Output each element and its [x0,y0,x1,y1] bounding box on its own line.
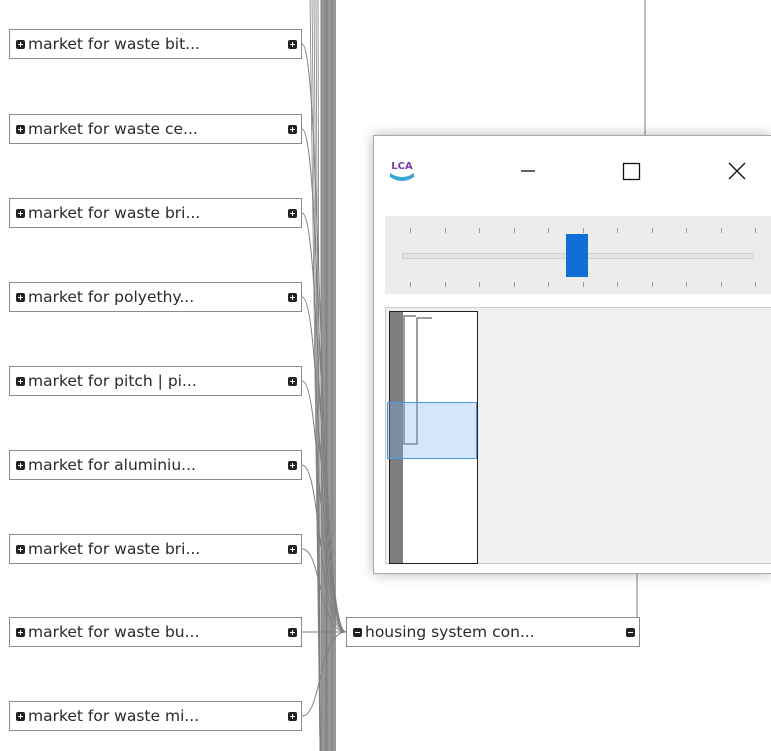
minimize-button[interactable] [505,136,551,200]
window-titlebar[interactable]: LCA [374,136,771,200]
slider-tick [617,228,618,233]
slider-tick [720,228,722,233]
slider-tick [755,282,756,287]
overview-window[interactable]: LCA [373,135,771,574]
plus-box-icon[interactable] [16,376,25,386]
slider-tick [444,282,446,287]
slider-tick [513,228,515,233]
process-node[interactable]: market for waste bit... [9,29,302,59]
minimize-icon [521,170,535,172]
maximize-icon [622,162,641,181]
process-node-label: market for aluminiu... [28,456,196,474]
maximize-button[interactable] [609,136,655,200]
zoom-slider[interactable] [385,216,771,294]
slider-tick [651,282,653,287]
plus-box-icon[interactable] [288,376,297,386]
slider-tick [582,282,584,287]
minus-box-icon[interactable] [626,627,635,637]
plus-box-icon[interactable] [288,124,297,134]
plus-box-icon[interactable] [16,544,25,554]
process-node[interactable]: market for aluminiu... [9,450,302,480]
slider-tick [686,228,687,233]
slider-tick [410,228,411,233]
process-node-label: market for pitch | pi... [28,372,197,390]
process-node-label: market for waste bit... [28,35,200,53]
process-node-label: market for waste bri... [28,540,201,558]
slider-tick [479,282,480,287]
target-process-node[interactable]: housing system con... [346,617,640,647]
slider-tick [548,228,549,233]
process-node-label: market for waste bri... [28,204,201,222]
close-icon [728,162,746,180]
slider-tick [582,228,584,233]
process-node-label: housing system con... [365,623,535,641]
plus-box-icon[interactable] [16,208,25,218]
process-node[interactable]: market for waste bu... [9,617,302,647]
slider-tick [444,228,446,233]
plus-box-icon[interactable] [288,711,297,721]
overview-preview[interactable] [385,307,771,564]
slider-tick [479,228,480,233]
process-node[interactable]: market for waste bri... [9,534,302,564]
plus-box-icon[interactable] [16,460,25,470]
plus-box-icon[interactable] [16,292,25,302]
slider-tick [720,282,722,287]
process-node[interactable]: market for pitch | pi... [9,366,302,396]
slider-thumb[interactable] [566,234,588,277]
plus-box-icon[interactable] [16,711,25,721]
process-node-label: market for waste mi... [28,707,200,725]
slider-tick [651,228,653,233]
process-node-label: market for waste ce... [28,120,198,138]
plus-box-icon[interactable] [16,627,25,637]
slider-tick [755,228,756,233]
process-node[interactable]: market for waste bri... [9,198,302,228]
slider-tick [410,282,411,287]
plus-box-icon[interactable] [288,627,297,637]
process-node[interactable]: market for polyethy... [9,282,302,312]
minus-box-icon[interactable] [353,627,362,637]
process-node-label: market for polyethy... [28,288,195,306]
plus-box-icon[interactable] [16,124,25,134]
plus-box-icon[interactable] [288,39,297,49]
svg-text:LCA: LCA [391,161,413,172]
plus-box-icon[interactable] [288,544,297,554]
process-node[interactable]: market for waste ce... [9,114,302,144]
slider-tick [513,282,515,287]
edge-bundle [301,0,347,751]
slider-tick [686,282,687,287]
slider-tick [617,282,618,287]
plus-box-icon[interactable] [16,39,25,49]
process-node-label: market for waste bu... [28,623,200,641]
preview-viewport[interactable] [387,402,477,459]
plus-box-icon[interactable] [288,460,297,470]
openlca-logo-icon: LCA [390,161,414,181]
process-node[interactable]: market for waste mi... [9,701,302,731]
plus-box-icon[interactable] [288,292,297,302]
slider-tick [548,282,549,287]
plus-box-icon[interactable] [288,208,297,218]
close-button[interactable] [714,136,760,200]
